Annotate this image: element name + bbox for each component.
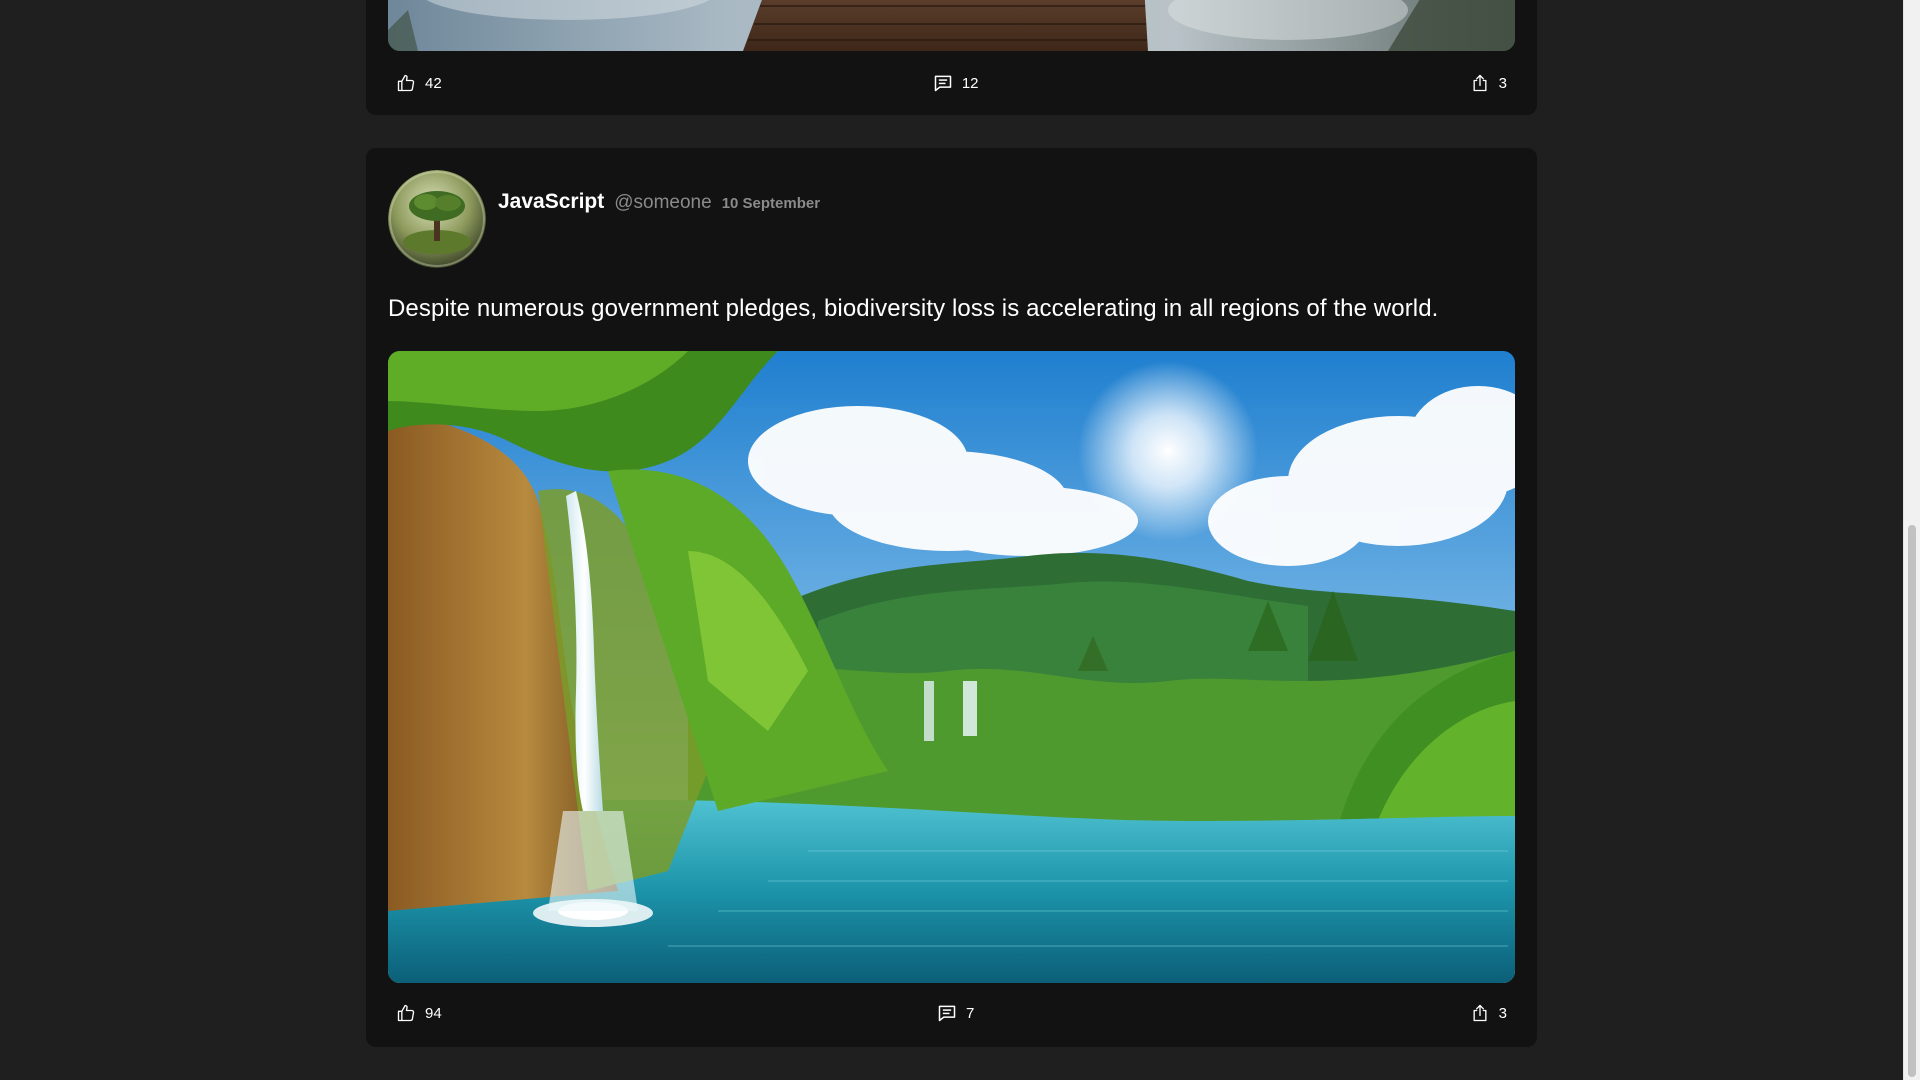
- previous-post-card: 42 12 3: [366, 0, 1537, 115]
- share-button[interactable]: 3: [1462, 73, 1515, 93]
- post-actions: 94 7 3: [388, 1000, 1515, 1026]
- author-handle: @someone: [614, 192, 712, 213]
- comment-count: 12: [961, 74, 979, 92]
- waterfall-lake-image: [388, 351, 1515, 983]
- comment-button[interactable]: 7: [929, 1003, 982, 1023]
- share-icon: [1473, 74, 1487, 92]
- post-image[interactable]: [388, 351, 1515, 983]
- post-text: Despite numerous government pledges, bio…: [388, 295, 1439, 322]
- like-button[interactable]: 42: [388, 73, 450, 93]
- scrollbar-thumb[interactable]: [1908, 525, 1916, 1077]
- share-icon: [1473, 1004, 1487, 1022]
- like-button[interactable]: 94: [388, 1003, 450, 1023]
- post-meta: JavaScript @someone 10 September: [498, 190, 820, 214]
- share-count: 3: [1498, 74, 1507, 92]
- post-header: JavaScript @someone 10 September: [388, 170, 820, 270]
- comment-count: 7: [966, 1004, 975, 1022]
- share-count: 3: [1498, 1004, 1507, 1022]
- share-button[interactable]: 3: [1462, 1003, 1515, 1023]
- thumbs-up-icon: [397, 1004, 415, 1022]
- author-name[interactable]: JavaScript: [498, 190, 604, 214]
- comment-icon: [934, 75, 952, 92]
- post-date: 10 September: [721, 195, 821, 212]
- post-card: JavaScript @someone 10 September Despite…: [366, 148, 1537, 1047]
- like-count: 94: [425, 1004, 442, 1022]
- feed: 42 12 3 JavaScript @someone 10 September…: [0, 0, 1903, 1080]
- comment-button[interactable]: 12: [925, 73, 987, 93]
- previous-post-actions: 42 12 3: [388, 70, 1515, 96]
- thumbs-up-icon: [397, 74, 415, 92]
- like-count: 42: [425, 74, 442, 92]
- viewport: 42 12 3 JavaScript @someone 10 September…: [0, 0, 1920, 1080]
- avatar[interactable]: [388, 170, 486, 268]
- vertical-scrollbar[interactable]: [1903, 0, 1920, 1080]
- tree-globe-avatar-image: [388, 170, 486, 268]
- comment-icon: [938, 1005, 956, 1022]
- previous-post-image[interactable]: [388, 0, 1515, 51]
- dock-lake-image: [388, 0, 1515, 51]
